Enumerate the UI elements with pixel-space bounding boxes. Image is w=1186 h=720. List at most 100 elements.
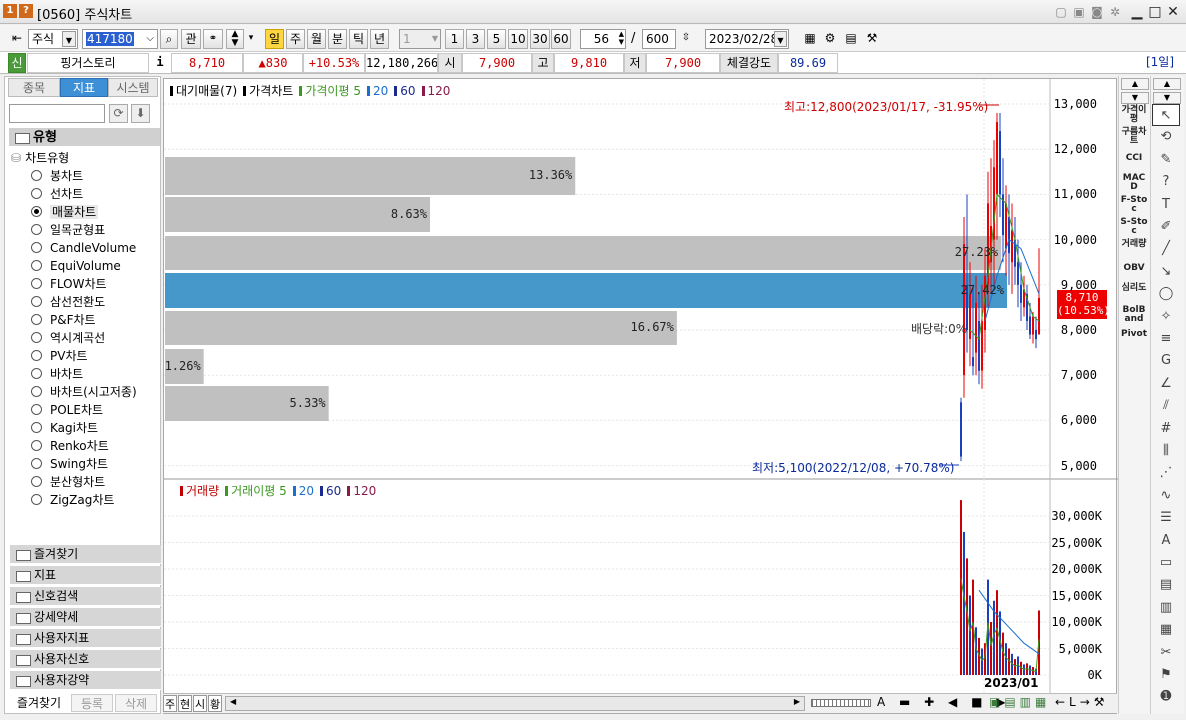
pen-icon[interactable]: ✎ bbox=[1152, 149, 1180, 171]
period-tick[interactable]: 틱 bbox=[349, 29, 368, 49]
chart-type-9[interactable]: 역시계곡선 bbox=[31, 329, 105, 347]
chevron-down-icon[interactable]: ▾ bbox=[246, 29, 256, 49]
link-icon[interactable]: ▢ bbox=[1052, 3, 1070, 21]
scroll-up-icon[interactable]: ▲ bbox=[1153, 78, 1181, 90]
stock-code-input[interactable]: 417180 ⌵ bbox=[82, 29, 158, 49]
zoom-icon[interactable]: ⇳ bbox=[678, 29, 694, 49]
chart-icon[interactable]: ▦ bbox=[801, 29, 819, 49]
prev-stock-icon[interactable]: ⇤ bbox=[8, 29, 26, 49]
favorites-tab[interactable]: 즐겨찾기 bbox=[9, 694, 69, 712]
minimize-button[interactable]: ▁ bbox=[1128, 3, 1146, 21]
text-icon[interactable]: T bbox=[1152, 194, 1180, 216]
indicator-tool-5[interactable]: S-Stoc bbox=[1120, 218, 1148, 236]
angle-icon[interactable]: ∠ bbox=[1152, 373, 1180, 395]
chart-type-18[interactable]: ZigZag차트 bbox=[31, 491, 114, 509]
bottom-tab-current[interactable]: 현 bbox=[178, 695, 192, 712]
scroll-up-icon[interactable]: ▲ bbox=[1121, 78, 1149, 90]
camera-icon[interactable]: ◙ bbox=[1088, 3, 1106, 21]
search-icon[interactable]: ⌕ bbox=[160, 29, 178, 49]
flag-icon[interactable]: ⚑ bbox=[1152, 664, 1180, 686]
chart-type-4[interactable]: CandleVolume bbox=[31, 239, 136, 257]
folder-4[interactable]: 사용자지표 bbox=[10, 629, 161, 648]
period-minute[interactable]: 분 bbox=[328, 29, 347, 49]
tab-system[interactable]: 시스템 bbox=[108, 78, 158, 97]
tab-stock[interactable]: 종목 bbox=[8, 78, 60, 97]
close-button[interactable]: ✕ bbox=[1164, 3, 1182, 21]
export-controls[interactable]: ▣▤▥▦ bbox=[989, 695, 1050, 709]
related-button[interactable]: 관 bbox=[181, 29, 201, 49]
chart-type-12[interactable]: 바차트(시고저종) bbox=[31, 383, 137, 401]
chart-type-17[interactable]: 분산형차트 bbox=[31, 473, 105, 491]
quick-5[interactable]: 5 bbox=[487, 29, 506, 49]
chart-type-11[interactable]: 바차트 bbox=[31, 365, 83, 383]
quick-1[interactable]: 1 bbox=[445, 29, 464, 49]
link-chain-icon[interactable]: ⚭ bbox=[203, 29, 223, 49]
quick-3[interactable]: 3 bbox=[466, 29, 485, 49]
bottom-tab-status[interactable]: 황 bbox=[208, 695, 222, 712]
quick-60[interactable]: 60 bbox=[551, 29, 571, 49]
trend-icon[interactable]: ⋰ bbox=[1152, 462, 1180, 484]
cut-icon[interactable]: ✂ bbox=[1152, 642, 1180, 664]
refresh-icon[interactable]: ⟳ bbox=[109, 104, 128, 123]
updown-icon[interactable]: ▲ ▼ bbox=[226, 29, 244, 49]
chart-type-1[interactable]: 선차트 bbox=[31, 185, 83, 203]
indicator-tool-2[interactable]: CCI bbox=[1120, 154, 1148, 163]
bottom-tab-week[interactable]: 주 bbox=[163, 695, 177, 712]
help-icon[interactable]: ? bbox=[19, 4, 33, 18]
count-stepper[interactable]: 56 ▲ ▼ bbox=[580, 29, 626, 49]
quick-30[interactable]: 30 bbox=[530, 29, 550, 49]
date-input[interactable]: 2023/02/28 ▼ bbox=[705, 29, 789, 49]
tab-indicator[interactable]: 지표 bbox=[60, 78, 108, 97]
gann-icon[interactable]: G bbox=[1152, 350, 1180, 372]
chart-type-13[interactable]: POLE차트 bbox=[31, 401, 103, 419]
download-icon[interactable]: ⬇ bbox=[131, 104, 150, 123]
indicator-tool-8[interactable]: 심리도 bbox=[1120, 284, 1148, 293]
lines-icon[interactable]: ≡ bbox=[1152, 328, 1180, 350]
indicator-tool-9[interactable]: BolBand bbox=[1120, 306, 1148, 324]
table-icon[interactable]: ▦ bbox=[1152, 619, 1180, 641]
doc-icon[interactable]: ▤ bbox=[1152, 574, 1180, 596]
chart-type-6[interactable]: FLOW차트 bbox=[31, 275, 107, 293]
indicator-tool-3[interactable]: MACD bbox=[1120, 174, 1148, 192]
save-icon[interactable]: ▤ bbox=[842, 29, 860, 49]
zoom-slider[interactable] bbox=[811, 699, 871, 707]
tools-icon[interactable]: ⚒ bbox=[863, 29, 881, 49]
view-controls[interactable]: ←L→⚒ bbox=[1055, 695, 1109, 709]
circle-icon[interactable]: ◯ bbox=[1152, 283, 1180, 305]
scroll-down-icon[interactable]: ▼ bbox=[1153, 92, 1181, 104]
gear-icon[interactable]: ⚙ bbox=[821, 29, 839, 49]
number-icon[interactable]: ➊ bbox=[1152, 686, 1180, 708]
period-week[interactable]: 주 bbox=[286, 29, 305, 49]
indicator-tool-4[interactable]: F-Stoc bbox=[1120, 196, 1148, 214]
maximize-button[interactable]: □ bbox=[1146, 3, 1164, 21]
quick-10[interactable]: 10 bbox=[508, 29, 528, 49]
bottom-tab-market[interactable]: 시 bbox=[193, 695, 207, 712]
scroll-left-icon[interactable]: ◀ bbox=[230, 697, 236, 706]
chart-type-8[interactable]: P&F차트 bbox=[31, 311, 96, 329]
register-button[interactable]: 등록 bbox=[71, 694, 113, 712]
indicator-search-input[interactable] bbox=[9, 104, 105, 123]
folder-5[interactable]: 사용자신호 bbox=[10, 650, 161, 669]
period-month[interactable]: 월 bbox=[307, 29, 326, 49]
total-count-input[interactable]: 600 bbox=[642, 29, 676, 49]
info-icon[interactable]: i bbox=[153, 53, 167, 73]
chart-type-node[interactable]: ⛁ 차트유형 bbox=[11, 149, 69, 166]
list-icon[interactable]: ☰ bbox=[1152, 507, 1180, 529]
chart-type-3[interactable]: 일목균형표 bbox=[31, 221, 105, 239]
help-icon[interactable]: ? bbox=[1152, 171, 1180, 193]
copy-icon[interactable]: ▣ bbox=[1070, 3, 1088, 21]
channel-icon[interactable]: ⫽ bbox=[1152, 395, 1180, 417]
market-select[interactable]: 주식 ▼ bbox=[28, 29, 78, 49]
arrow-icon[interactable]: ↘ bbox=[1152, 261, 1180, 283]
folder-0[interactable]: 즐겨찾기 bbox=[10, 545, 161, 564]
chart-type-5[interactable]: EquiVolume bbox=[31, 257, 121, 275]
cursor-icon[interactable]: ↖ bbox=[1152, 104, 1180, 126]
indicator-tool-10[interactable]: Pivot bbox=[1120, 330, 1148, 339]
period-year[interactable]: 년 bbox=[370, 29, 389, 49]
scroll-right-icon[interactable]: ▶ bbox=[794, 697, 800, 706]
folder-2[interactable]: 신호검색 bbox=[10, 587, 161, 606]
chart-type-0[interactable]: 봉차트 bbox=[31, 167, 83, 185]
star-icon[interactable]: ✧ bbox=[1152, 306, 1180, 328]
indicator-tool-0[interactable]: 가격이평 bbox=[1120, 106, 1148, 124]
folder-1[interactable]: 지표 bbox=[10, 566, 161, 585]
